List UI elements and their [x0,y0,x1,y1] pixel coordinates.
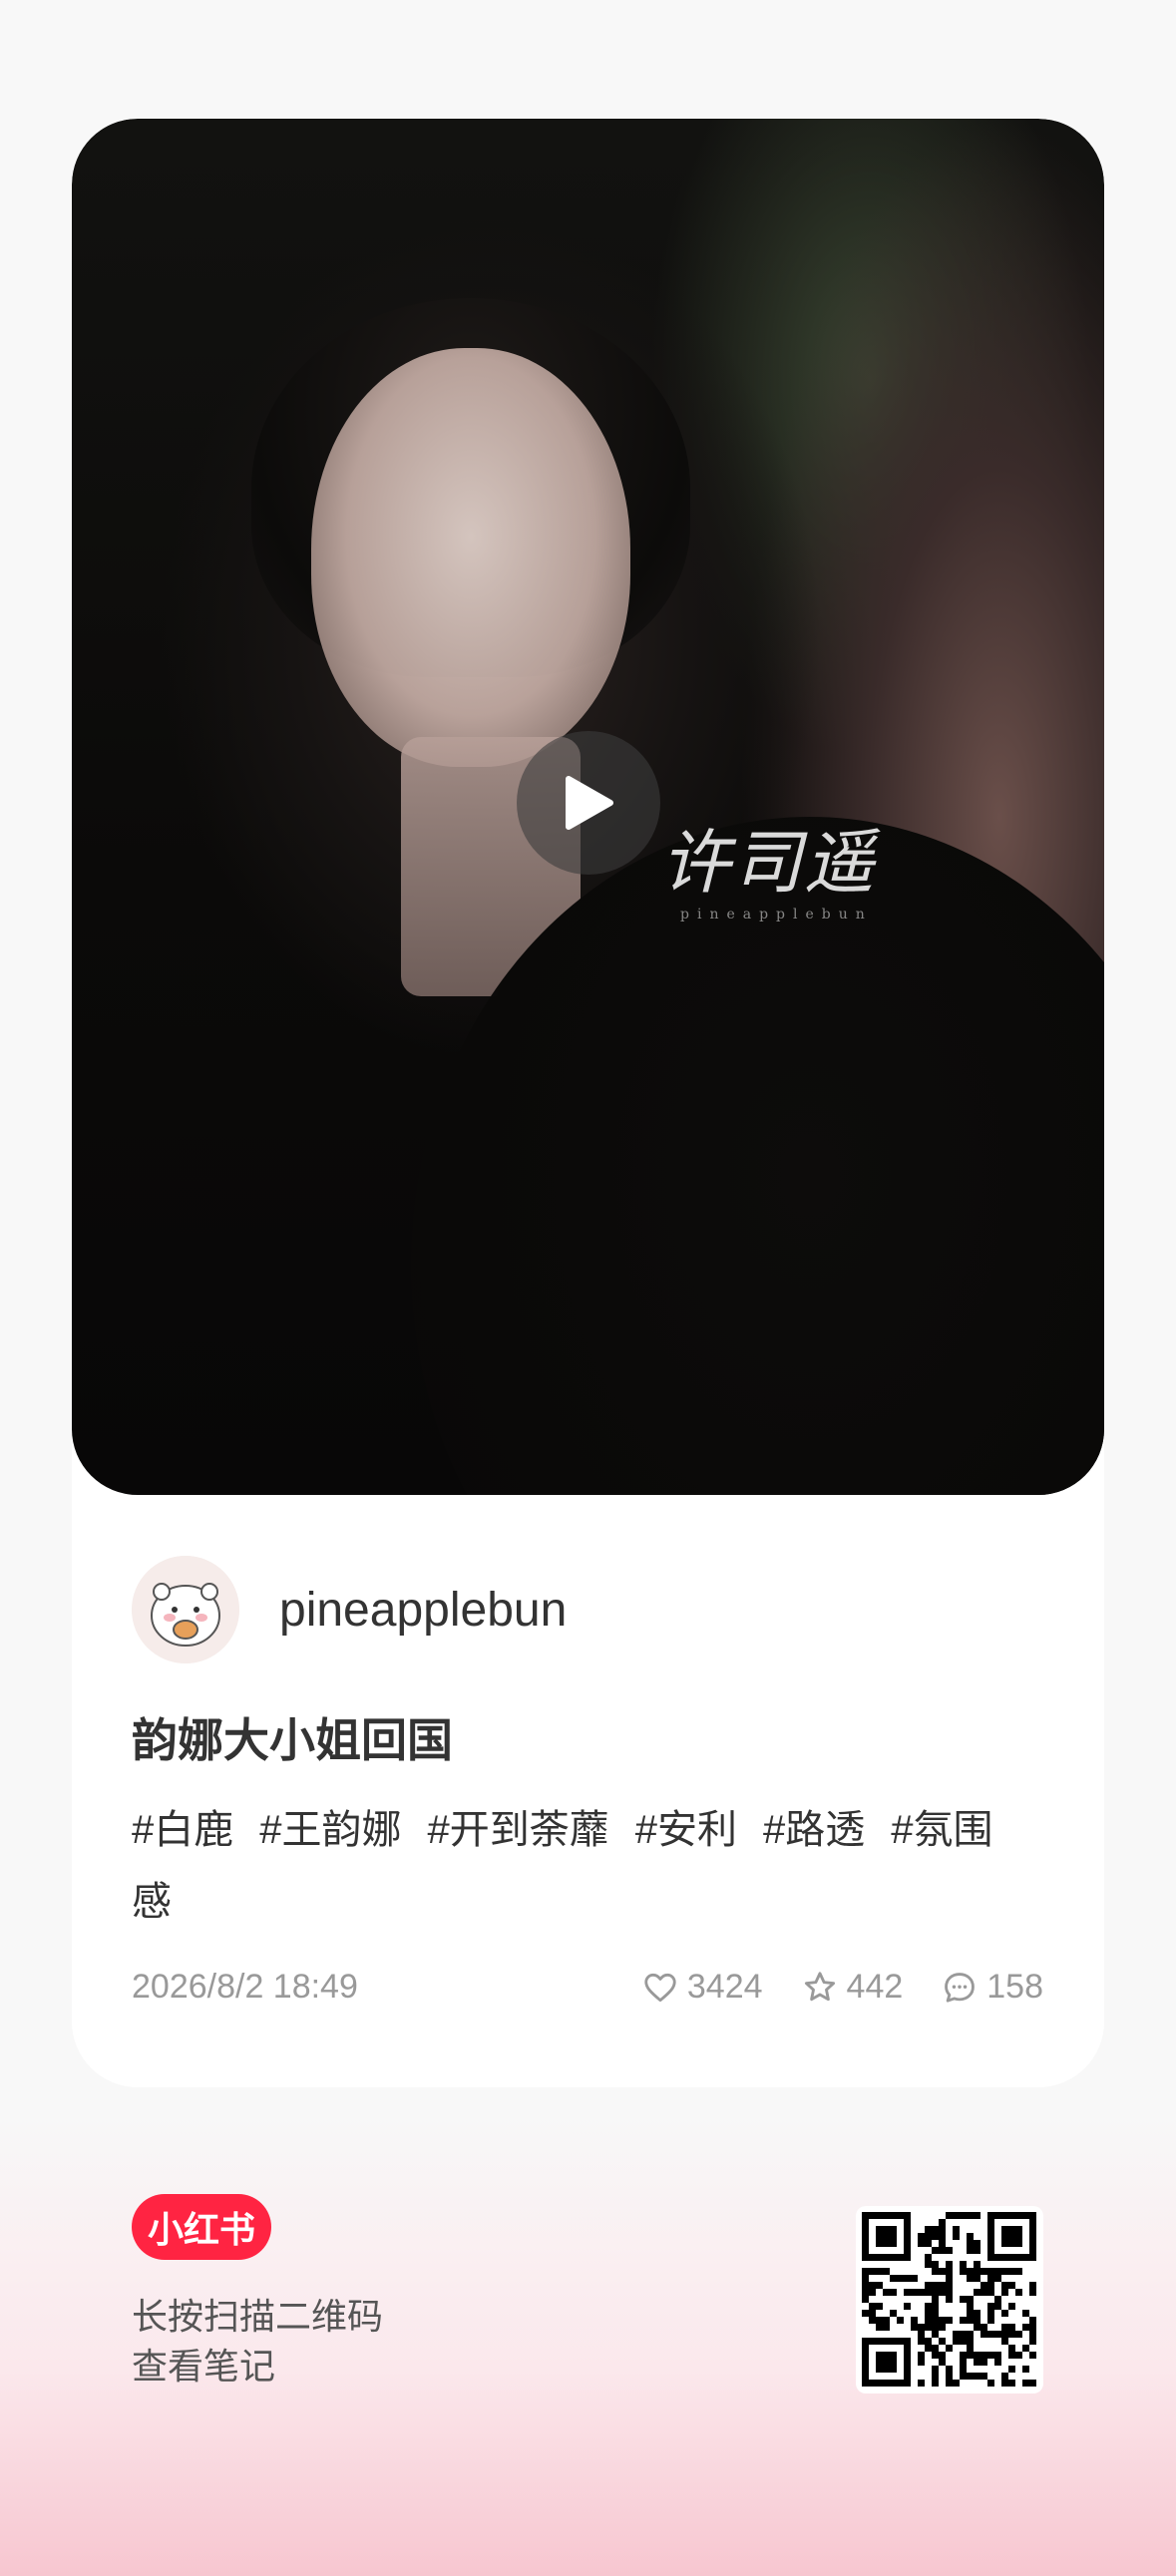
tag-item[interactable]: #安利 [635,1808,737,1852]
qr-hint: 长按扫描二维码 查看笔记 [132,2292,383,2392]
tag-item[interactable]: #开到荼蘼 [428,1808,609,1852]
tag-item[interactable]: #白鹿 [132,1808,233,1852]
comment-stat[interactable]: 158 [941,1968,1043,2007]
video-watermark-sub: pineapplebun [680,907,873,922]
collect-count: 442 [846,1968,904,2006]
note-title: 韵娜大小姐回国 [132,1714,453,1766]
like-count: 3424 [686,1968,763,2006]
avatar-hamster-icon [132,1556,239,1663]
avatar[interactable] [132,1556,239,1663]
comment-icon [945,1972,976,2003]
play-button[interactable] [517,731,660,875]
comment-count: 158 [986,1968,1043,2006]
tag-item[interactable]: #王韵娜 [259,1808,401,1852]
qr-code[interactable] [856,2206,1043,2393]
qr-hint-line2: 查看笔记 [132,2346,276,2387]
qr-hint-line1: 长按扫描二维码 [132,2296,384,2337]
video-cover[interactable]: 许司遥 pineapplebun [72,119,1104,1495]
xiaohongshu-logo: 小红书 [132,2194,271,2260]
star-icon [804,1971,835,2001]
tag-item[interactable]: #路透 [763,1808,865,1852]
cover-face [311,348,630,767]
play-icon [566,776,613,830]
note-card: 许司遥 pineapplebun pineapplebun 韵娜大小姐回国 #白… [72,119,1104,2087]
post-date: 2026/8/2 18:49 [132,1968,358,2006]
tag-list: #白鹿 #王韵娜 #开到荼蘼 #安利 #路透 #氛围感 [132,1794,1049,1938]
collect-stat[interactable]: 442 [801,1968,904,2007]
stats-bar: 3424 442 158 [603,1968,1043,2007]
like-stat[interactable]: 3424 [641,1968,763,2007]
heart-icon [644,1973,676,2002]
author-name[interactable]: pineapplebun [279,1583,567,1638]
author-row[interactable]: pineapplebun [132,1555,567,1664]
qr-code-icon [862,2212,1036,2387]
video-watermark: 许司遥 [660,822,876,904]
